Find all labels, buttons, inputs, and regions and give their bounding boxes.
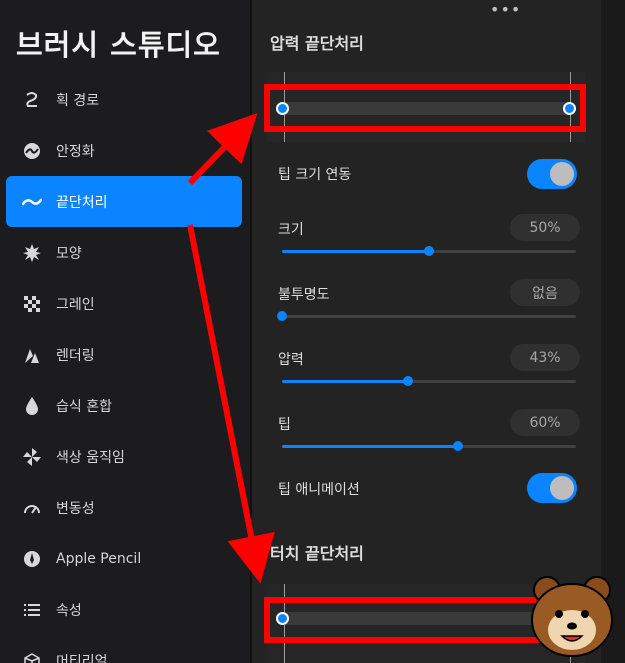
arrow-to-pressure-taper [187,113,258,186]
annotation-arrows [187,113,275,584]
arrow-to-touch-taper [187,224,275,584]
bear-mascot-watermark [531,576,613,657]
